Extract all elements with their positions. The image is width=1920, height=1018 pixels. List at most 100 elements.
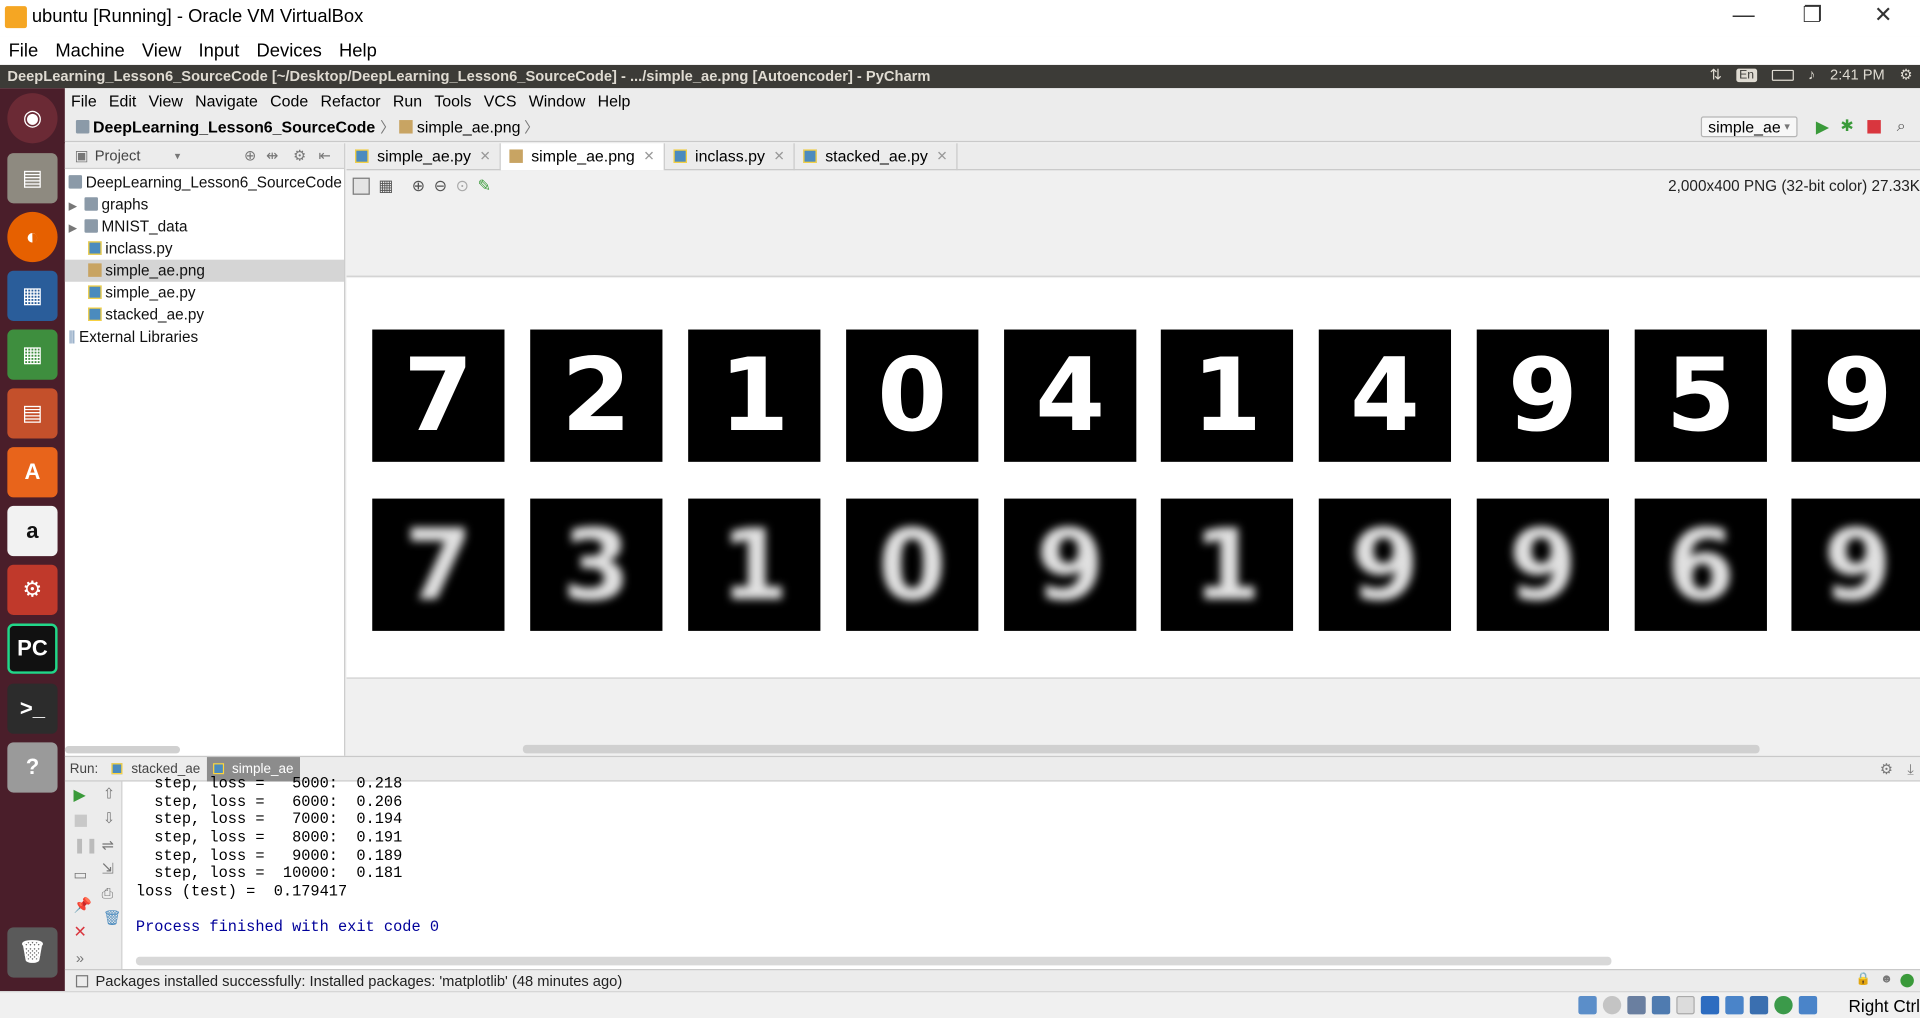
- files-icon[interactable]: ▤: [7, 153, 58, 204]
- vbox-menu-view[interactable]: View: [142, 40, 181, 61]
- close-tab-icon[interactable]: ✕: [936, 148, 947, 164]
- firefox-icon[interactable]: ◐: [7, 211, 58, 263]
- hide-icon[interactable]: ⇤: [319, 147, 331, 164]
- amazon-icon[interactable]: a: [7, 505, 58, 557]
- pc-menu-view[interactable]: View: [149, 91, 183, 109]
- console-scrollbar[interactable]: [135, 956, 1612, 966]
- pc-menu-tools[interactable]: Tools: [434, 91, 471, 109]
- close-tab-icon[interactable]: ✕: [643, 148, 654, 164]
- inspector-icon[interactable]: ☻: [1880, 973, 1893, 986]
- optical-drive-icon[interactable]: [1578, 995, 1597, 1015]
- print-icon[interactable]: ⎙: [102, 884, 114, 902]
- run-config-selector[interactable]: simple_ae ▾: [1700, 116, 1798, 138]
- wrap-icon[interactable]: ⇌: [102, 837, 114, 854]
- more-icon[interactable]: »: [76, 949, 84, 966]
- zoom-out-icon[interactable]: ⊖: [434, 176, 447, 196]
- tree-item-mnist-data[interactable]: ▶ MNIST_data: [65, 216, 344, 238]
- rerun-icon[interactable]: ▶: [73, 785, 85, 805]
- display-icon[interactable]: [1725, 995, 1744, 1015]
- stop-icon[interactable]: [74, 814, 87, 827]
- shared-folders-icon[interactable]: [1700, 995, 1720, 1015]
- actual-size-icon[interactable]: ⊙: [456, 176, 469, 196]
- pc-menu-code[interactable]: Code: [270, 91, 308, 109]
- tree-item-stacked-ae-py[interactable]: stacked_ae.py: [65, 304, 344, 326]
- pc-menu-edit[interactable]: Edit: [109, 91, 136, 109]
- vbox-menu-devices[interactable]: Devices: [257, 40, 322, 61]
- tree-item-simple-ae-py[interactable]: simple_ae.py: [65, 282, 344, 304]
- breadcrumb-project[interactable]: DeepLearning_Lesson6_SourceCode: [93, 118, 375, 136]
- settings-icon[interactable]: ⚙: [7, 564, 58, 615]
- color-picker-icon[interactable]: ✎: [478, 176, 491, 196]
- lock-icon[interactable]: 🔒: [1856, 973, 1871, 986]
- network-adapter-icon[interactable]: [1651, 995, 1671, 1015]
- trash-icon[interactable]: 🗑: [7, 927, 58, 978]
- pc-menu-file[interactable]: File: [71, 91, 97, 109]
- chevron-down-icon[interactable]: ▾: [175, 149, 181, 162]
- restore-button[interactable]: ❐: [1784, 2, 1840, 28]
- dash-icon[interactable]: ◉: [7, 93, 58, 144]
- run-console[interactable]: step, loss = 5000: 0.218 step, loss = 60…: [122, 775, 1920, 969]
- tree-item-graphs[interactable]: ▶ graphs: [65, 194, 344, 216]
- grid-toggle-icon[interactable]: ▦: [378, 176, 393, 196]
- expand-arrow-icon[interactable]: ▶: [69, 200, 77, 212]
- settings-gear-icon[interactable]: ⚙: [1899, 66, 1912, 83]
- battery-icon[interactable]: [1771, 69, 1794, 81]
- clear-icon[interactable]: 🗑: [103, 909, 122, 926]
- close-run-icon[interactable]: ✕: [73, 922, 86, 942]
- hide-panel-icon[interactable]: ⤓: [1907, 761, 1914, 779]
- tool-windows-icon[interactable]: [75, 974, 89, 987]
- disk-icon[interactable]: [1602, 995, 1622, 1015]
- horizontal-scrollbar[interactable]: [522, 744, 1760, 754]
- breadcrumb-file[interactable]: simple_ae.png: [417, 118, 521, 136]
- keyboard-layout[interactable]: En: [1736, 67, 1757, 82]
- collapse-icon[interactable]: ⇹: [266, 147, 278, 164]
- terminal-icon[interactable]: >_: [7, 683, 58, 734]
- event-log-icon[interactable]: [1900, 973, 1914, 988]
- cpu-icon[interactable]: [1774, 995, 1793, 1015]
- run-settings-icon[interactable]: ⚙: [1880, 761, 1893, 778]
- run-icon[interactable]: ▶: [1816, 116, 1829, 137]
- pc-menu-window[interactable]: Window: [529, 91, 586, 109]
- tab-inclass-py[interactable]: inclass.py ✕: [664, 142, 795, 170]
- pycharm-icon[interactable]: PC: [7, 623, 58, 674]
- layout-icon[interactable]: ▭: [73, 866, 87, 883]
- pc-menu-help[interactable]: Help: [598, 91, 631, 109]
- background-toggle-icon[interactable]: [352, 177, 370, 195]
- calc-icon[interactable]: ▦: [7, 329, 58, 380]
- pause-icon[interactable]: ❚❚: [73, 837, 98, 854]
- search-icon[interactable]: ⌕: [1897, 116, 1906, 136]
- pc-menu-refactor[interactable]: Refactor: [320, 91, 380, 109]
- debug-icon[interactable]: ✱: [1840, 116, 1853, 136]
- help-icon[interactable]: ?: [7, 742, 58, 793]
- volume-icon[interactable]: ♪: [1808, 66, 1815, 83]
- pc-menu-navigate[interactable]: Navigate: [195, 91, 258, 109]
- tab-simple-ae-png[interactable]: simple_ae.png ✕: [500, 142, 665, 170]
- close-tab-icon[interactable]: ✕: [480, 148, 491, 164]
- pc-menu-vcs[interactable]: VCS: [484, 91, 517, 109]
- sync-icon[interactable]: ⊕: [244, 147, 256, 164]
- project-view-label[interactable]: Project: [95, 147, 141, 164]
- vbox-menu-file[interactable]: File: [9, 40, 39, 61]
- clock[interactable]: 2:41 PM: [1830, 66, 1885, 83]
- gear-icon[interactable]: ⚙: [293, 147, 306, 164]
- tree-item-external-libraries[interactable]: ⫼ External Libraries: [65, 326, 344, 348]
- tree-root[interactable]: DeepLearning_Lesson6_SourceCode [: [65, 172, 350, 194]
- zoom-in-icon[interactable]: ⊕: [412, 176, 425, 196]
- stop-icon[interactable]: [1867, 120, 1881, 134]
- software-center-icon[interactable]: A: [7, 447, 58, 498]
- tree-item-inclass-py[interactable]: inclass.py: [65, 238, 344, 260]
- audio-icon[interactable]: [1627, 995, 1646, 1015]
- mouse-integration-icon[interactable]: [1798, 995, 1818, 1015]
- impress-icon[interactable]: ▤: [7, 388, 58, 439]
- status-message[interactable]: Packages installed successfully: Install…: [96, 972, 623, 989]
- minimize-button[interactable]: —: [1716, 2, 1772, 28]
- vbox-menu-machine[interactable]: Machine: [55, 40, 124, 61]
- pin-icon[interactable]: 📌: [73, 897, 91, 914]
- recording-icon[interactable]: [1749, 995, 1769, 1015]
- tab-stacked-ae-py[interactable]: stacked_ae.py ✕: [795, 142, 958, 170]
- down-icon[interactable]: ⇩: [103, 810, 115, 827]
- expand-arrow-icon[interactable]: ▶: [69, 222, 77, 234]
- vbox-menu-input[interactable]: Input: [199, 40, 240, 61]
- tab-simple-ae-py[interactable]: simple_ae.py ✕: [347, 142, 501, 170]
- network-icon[interactable]: ⇅: [1710, 66, 1722, 83]
